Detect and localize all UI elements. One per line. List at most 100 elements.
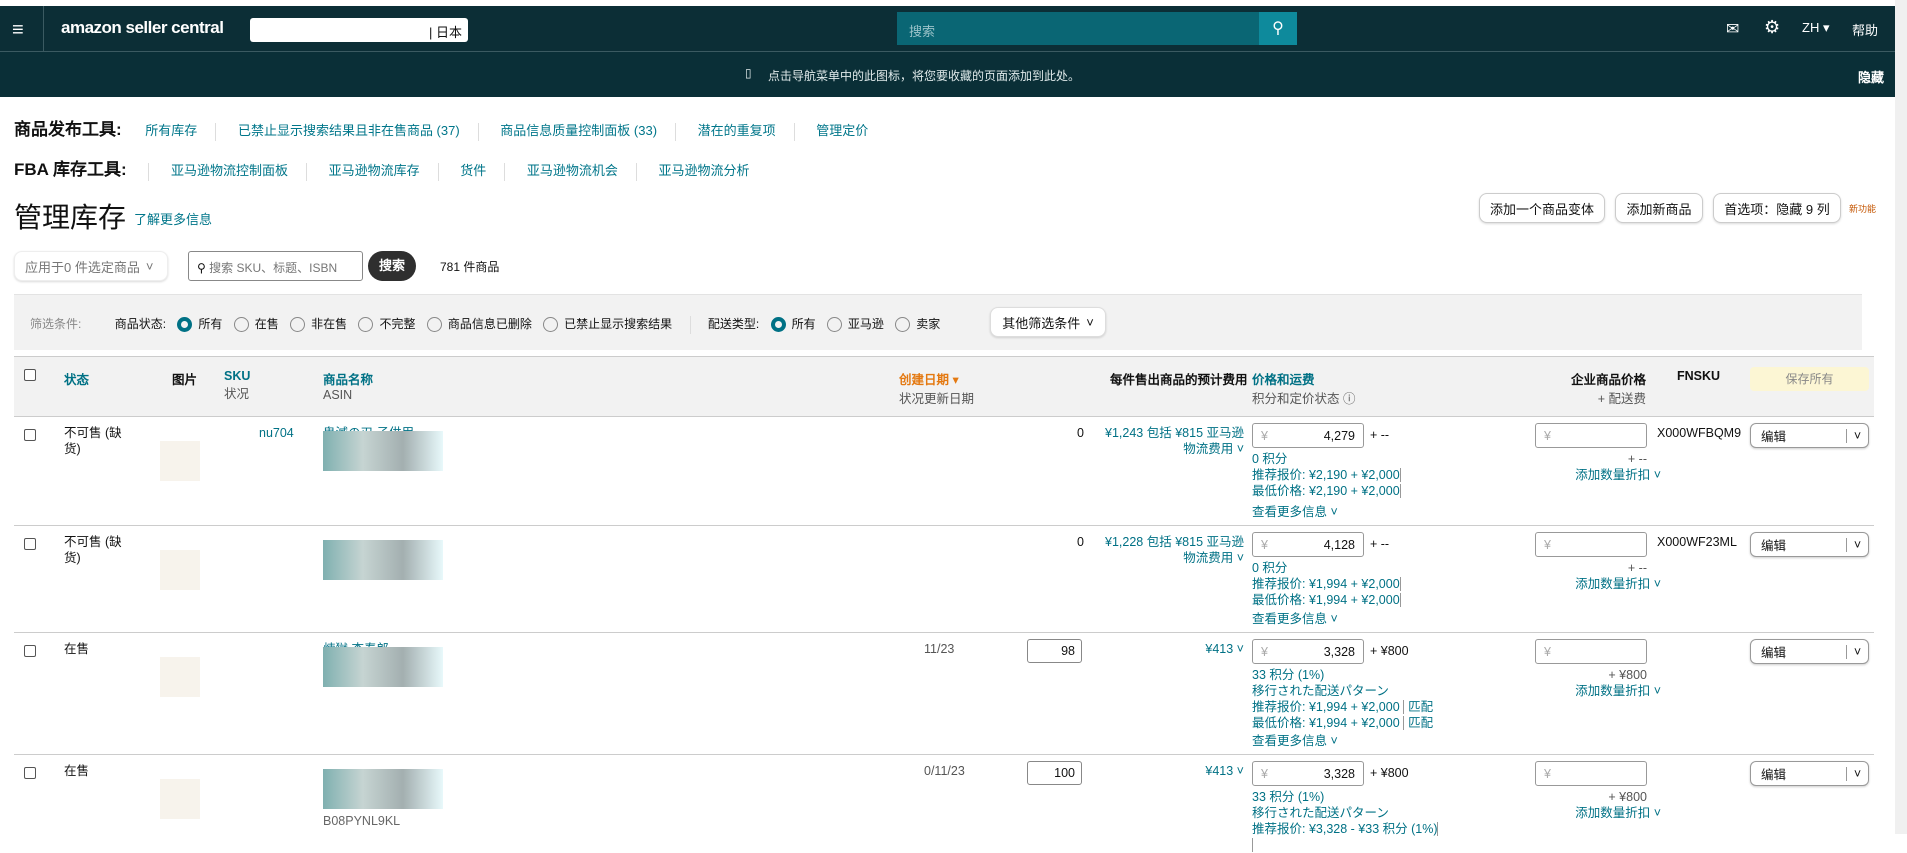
edit-dropdown[interactable]: 编辑 ˅ [1750,639,1869,664]
mail-icon[interactable]: ✉ [1726,19,1739,39]
available-quantity[interactable]: 0 [1014,534,1084,550]
header-image: 图片 [172,373,198,387]
add-quantity-discount-link[interactable]: 添加数量折扣 ˅ [1535,467,1661,483]
product-thumbnail[interactable] [160,550,200,590]
help-link[interactable]: 帮助 [1852,20,1878,39]
new-feature-badge: 新功能 [1849,204,1877,214]
row-checkbox[interactable] [24,767,36,779]
bookmark-icon: ▯ [745,66,752,80]
see-more-link[interactable]: 查看更多信息 ˅ [1252,504,1338,520]
save-all-button[interactable]: 保存所有 [1750,367,1869,391]
select-all-checkbox[interactable] [24,369,36,381]
radio-status-suppressed[interactable] [543,317,559,333]
sku-link[interactable]: nu704 [259,425,294,441]
status-text: 不可售 (缺货) [64,535,122,565]
radio-status-inactive[interactable] [290,317,306,333]
global-search-input[interactable]: 搜索 [897,12,1259,45]
radio-status-all[interactable] [177,317,193,333]
header-name[interactable]: 商品名称 ASIN [323,369,373,402]
search-button[interactable]: 搜索 [368,251,416,281]
edit-dropdown[interactable]: 编辑 ˅ [1750,532,1869,557]
bookmark-bar: ▯ 点击导航菜单中的此图标，将您要收藏的页面添加到此处。 隐藏 [0,52,1895,97]
bulk-action-select[interactable]: 应用于0 件选定商品 ˅ [14,251,168,281]
link-fba-inventory[interactable]: 亚马逊物流库存 [329,163,420,178]
price-input[interactable]: ¥4,279 [1252,423,1364,448]
radio-fulfill-amazon[interactable] [826,317,842,333]
link-suppressed[interactable]: 已禁止显示搜索结果且非在售商品 (37) [238,123,460,138]
preferences-button[interactable]: 首选项：隐藏 9 列 [1713,193,1841,223]
gear-icon[interactable]: ⚙ [1764,17,1780,38]
edit-dropdown[interactable]: 编辑 ˅ [1750,761,1869,786]
edit-dropdown[interactable]: 编辑 ˅ [1750,423,1869,448]
logo[interactable]: amazon seller central [61,18,224,38]
product-thumbnail[interactable] [160,657,200,697]
add-variation-button[interactable]: 添加一个商品变体 [1479,193,1605,223]
points-text: 33 积分 (1%) [1252,790,1325,804]
scrollbar[interactable] [1895,0,1907,834]
add-quantity-discount-link[interactable]: 添加数量折扣 ˅ [1535,805,1661,821]
hide-bookmark-link[interactable]: 隐藏 [1858,67,1884,86]
business-price-input[interactable]: ¥ [1535,423,1647,448]
link-fba-dashboard[interactable]: 亚马逊物流控制面板 [171,163,288,178]
available-quantity[interactable]: 100 [1027,761,1082,785]
link-fba-opportunities[interactable]: 亚马逊物流机会 [527,163,618,178]
listing-tools-label: 商品发布工具: [14,120,122,139]
business-shipping: + ¥800 [1608,668,1647,682]
menu-icon[interactable]: ≡ [12,19,24,42]
radio-status-deleted[interactable] [426,317,442,333]
header-fnsku: FNSKU [1677,369,1721,383]
see-more-link[interactable]: 查看更多信息 ˅ [1252,611,1338,627]
price-input[interactable]: ¥3,328 [1252,761,1364,786]
inventory-search-input[interactable]: ⚲ 搜索 SKU、标题、ISBN [188,251,363,281]
estimated-fee[interactable]: ¥1,228 包括 ¥815 亚马逊物流费用 ˅ [1094,534,1244,566]
fba-tools-label: FBA 库存工具: [14,160,127,179]
language-selector[interactable]: ZH ▾ [1802,20,1829,36]
business-price-input[interactable]: ¥ [1535,639,1647,664]
estimated-fee[interactable]: ¥1,243 包括 ¥815 亚马逊物流费用 ˅ [1094,425,1244,457]
price-input[interactable]: ¥4,128 [1252,532,1364,557]
business-shipping: + -- [1627,561,1647,575]
business-price-input[interactable]: ¥ [1535,761,1647,786]
shipping-fee: + -- [1370,428,1390,442]
more-filters-button[interactable]: 其他筛选条件 ˅ [990,307,1106,337]
link-shipments[interactable]: 货件 [460,163,486,178]
link-all-inventory[interactable]: 所有库存 [145,123,197,138]
row-checkbox[interactable] [24,538,36,550]
radio-fulfill-seller[interactable] [895,317,911,333]
available-quantity[interactable]: 0 [1014,425,1084,441]
business-shipping: + -- [1627,452,1647,466]
link-quality-dashboard[interactable]: 商品信息质量控制面板 (33) [500,123,657,138]
marketplace-selector[interactable]: | 日本 [250,18,468,42]
link-manage-pricing[interactable]: 管理定价 [816,123,868,138]
learn-more-link[interactable]: 了解更多信息 [134,209,212,228]
radio-status-active[interactable] [233,317,249,333]
add-quantity-discount-link[interactable]: 添加数量折扣 ˅ [1535,683,1661,699]
shipping-fee: + ¥800 [1370,644,1409,658]
header-price[interactable]: 价格和运费 积分和定价状态 ⓘ [1252,369,1355,407]
link-duplicates[interactable]: 潜在的重复项 [698,123,776,138]
business-price-input[interactable]: ¥ [1535,532,1647,557]
product-thumbnail[interactable] [160,779,200,819]
chevron-down-icon: ˅ [1846,766,1868,781]
available-quantity[interactable]: 98 [1027,639,1082,663]
estimated-fee[interactable]: ¥413 ˅ [1094,641,1244,657]
radio-fulfill-all[interactable] [770,317,786,333]
link-fba-analytics[interactable]: 亚马逊物流分析 [659,163,750,178]
header-status[interactable]: 状态 [64,369,89,388]
see-more-link[interactable]: 查看更多信息 ˅ [1252,733,1338,749]
search-icon[interactable]: ⚲ [1259,12,1297,45]
header-sku[interactable]: SKU 状况 [224,369,250,402]
product-thumbnail[interactable] [160,441,200,481]
add-quantity-discount-link[interactable]: 添加数量折扣 ˅ [1535,576,1661,592]
estimated-fee[interactable]: ¥413 ˅ [1094,763,1244,779]
bookmark-hint: 点击导航菜单中的此图标，将您要收藏的页面添加到此处。 [768,69,1081,83]
radio-status-incomplete[interactable] [358,317,374,333]
redacted-mosaic [323,540,443,580]
row-checkbox[interactable] [24,645,36,657]
add-product-button[interactable]: 添加新商品 [1615,193,1703,223]
table-row: 在售 B08PYNL9KL 0/11/23 100 ¥413 ˅ ¥3,328 … [14,754,1874,852]
row-checkbox[interactable] [24,429,36,441]
price-input[interactable]: ¥3,328 [1252,639,1364,664]
filter-bar: 筛选条件: 商品状态: 所有 在售 非在售 不完整 商品信息已删除 已禁止显示搜… [14,294,1862,350]
header-created-date[interactable]: 创建日期 ▾ 状况更新日期 [899,369,974,407]
